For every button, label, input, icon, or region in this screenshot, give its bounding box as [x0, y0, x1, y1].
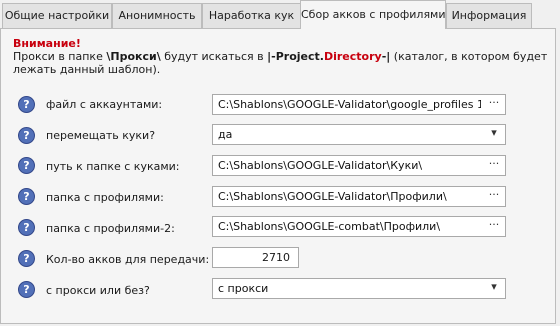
- project-directory: Directory: [323, 50, 382, 63]
- move-cookies-label: перемещать куки?: [46, 129, 156, 142]
- accounts-file-value: C:\Shablons\GOOGLE-Validator\google_prof…: [218, 98, 481, 111]
- question-circle-icon[interactable]: ?: [18, 96, 35, 113]
- project-variable-end: -|: [381, 50, 391, 63]
- tab-information[interactable]: Информация: [446, 3, 532, 28]
- tab-cookie-farming[interactable]: Наработка кук: [202, 3, 301, 28]
- proxy-mode-label: с прокси или без?: [46, 284, 150, 297]
- warning-text: будут искаться в: [160, 50, 268, 63]
- proxy-mode-select[interactable]: с прокси ▾: [212, 278, 506, 299]
- profiles-folder-label: папка с профилями:: [46, 191, 164, 204]
- accounts-file-field[interactable]: C:\Shablons\GOOGLE-Validator\google_prof…: [212, 94, 506, 115]
- profiles-folder-2-label: папка с профилями-2:: [46, 222, 175, 235]
- profiles-folder-field[interactable]: C:\Shablons\GOOGLE-Validator\Профили\ ··…: [212, 186, 506, 207]
- question-circle-icon[interactable]: ?: [18, 157, 35, 174]
- accounts-file-label: файл с аккаунтами:: [46, 98, 163, 111]
- move-cookies-select[interactable]: да ▾: [212, 124, 506, 145]
- ellipsis-icon[interactable]: ···: [485, 188, 503, 205]
- question-circle-icon[interactable]: ?: [18, 250, 35, 267]
- profiles-folder-2-value: C:\Shablons\GOOGLE-combat\Профили\: [218, 220, 441, 233]
- question-circle-icon[interactable]: ?: [18, 127, 35, 144]
- question-circle-icon[interactable]: ?: [18, 188, 35, 205]
- ellipsis-icon[interactable]: ···: [485, 96, 503, 113]
- tab-collect-accounts[interactable]: Сбор акков с профилями: [300, 0, 446, 29]
- ellipsis-icon[interactable]: ···: [485, 218, 503, 235]
- ellipsis-icon[interactable]: ···: [485, 157, 503, 174]
- profiles-folder-2-field[interactable]: C:\Shablons\GOOGLE-combat\Профили\ ···: [212, 216, 506, 237]
- cookies-folder-value: C:\Shablons\GOOGLE-Validator\Куки\: [218, 159, 423, 172]
- proxy-mode-value: с прокси: [218, 282, 269, 295]
- move-cookies-value: да: [218, 128, 233, 141]
- proxy-folder-name: \Прокси\: [106, 50, 161, 63]
- accounts-count-label: Кол-во акков для передачи:: [46, 253, 210, 266]
- question-circle-icon[interactable]: ?: [18, 281, 35, 298]
- profiles-folder-value: C:\Shablons\GOOGLE-Validator\Профили\: [218, 190, 447, 203]
- chevron-down-icon[interactable]: ▾: [485, 126, 503, 143]
- tab-bar: Общие настройки Анонимность Наработка ку…: [0, 0, 560, 29]
- tab-general-settings[interactable]: Общие настройки: [2, 3, 112, 28]
- cookies-folder-label: путь к папке с куками:: [46, 160, 180, 173]
- warning-text-line2: лежать данный шаблон).: [13, 63, 161, 76]
- warning-title: Внимание!: [13, 37, 81, 50]
- warning-text: (каталог, в котором будет: [390, 50, 548, 63]
- cookies-folder-field[interactable]: C:\Shablons\GOOGLE-Validator\Куки\ ···: [212, 155, 506, 176]
- accounts-count-input[interactable]: 2710: [212, 247, 299, 268]
- warning-text-line1: Прокси в папке \Прокси\ будут искаться в…: [13, 50, 547, 63]
- chevron-down-icon[interactable]: ▾: [485, 280, 503, 297]
- project-variable: |-Project.: [267, 50, 324, 63]
- tab-anonymity[interactable]: Анонимность: [112, 3, 202, 28]
- question-circle-icon[interactable]: ?: [18, 219, 35, 236]
- warning-text: Прокси в папке: [13, 50, 107, 63]
